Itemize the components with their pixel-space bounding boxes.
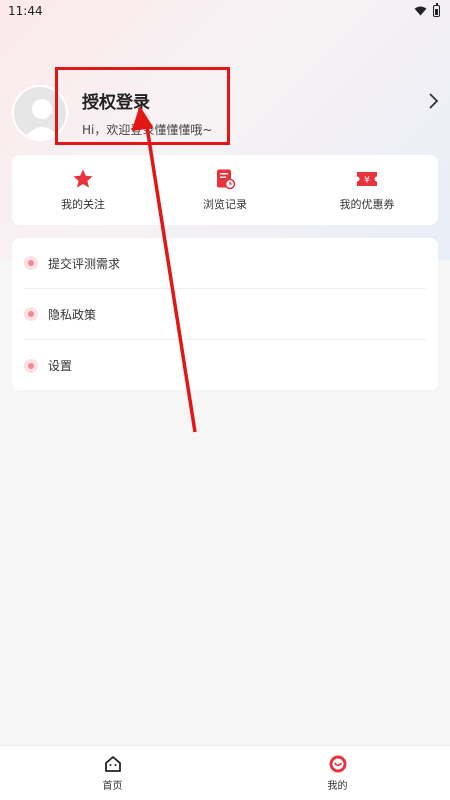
menu-item-settings[interactable]: 设置 (24, 340, 426, 391)
menu-card: 提交评测需求 隐私政策 设置 (12, 238, 438, 390)
tab-profile[interactable]: 我的 (225, 746, 450, 800)
menu-item-label: 提交评测需求 (48, 256, 121, 271)
settings-icon (24, 358, 38, 373)
svg-text:¥: ¥ (364, 176, 370, 186)
menu-item-privacy-policy[interactable]: 隐私政策 (24, 289, 426, 340)
battery-icon (433, 2, 440, 17)
quick-action-follows[interactable]: 我的关注 (12, 155, 154, 225)
default-avatar-icon (23, 99, 61, 139)
profile-text[interactable]: 授权登录 Hi，欢迎登录懂懂懂哦~ (82, 88, 212, 138)
profile-icon (329, 755, 346, 773)
menu-item-label: 隐私政策 (48, 307, 97, 322)
quick-action-coupons[interactable]: ¥ 我的优惠券 (296, 155, 438, 225)
quick-actions-card: 我的关注 浏览记录 ¥ 我的优惠券 (12, 155, 438, 225)
tab-label: 我的 (327, 781, 348, 792)
status-icons (414, 2, 440, 17)
tab-home[interactable]: 首页 (0, 746, 225, 800)
coupon-icon: ¥ (357, 172, 377, 186)
profile-header[interactable]: 授权登录 Hi，欢迎登录懂懂懂哦~ (12, 80, 442, 146)
chevron-right-icon[interactable] (426, 92, 440, 110)
quick-action-history[interactable]: 浏览记录 (154, 155, 296, 225)
history-icon (217, 169, 236, 190)
menu-item-label: 设置 (48, 359, 73, 373)
submit-icon (24, 256, 38, 270)
menu-item-submit-request[interactable]: 提交评测需求 (24, 238, 426, 289)
avatar[interactable] (12, 85, 68, 141)
quick-action-label: 浏览记录 (203, 198, 247, 211)
login-subtitle: Hi，欢迎登录懂懂懂哦~ (82, 123, 213, 137)
tab-label: 首页 (102, 781, 123, 792)
home-icon (104, 756, 121, 772)
star-icon (73, 169, 93, 188)
lock-icon (24, 307, 38, 321)
login-title[interactable]: 授权登录 (82, 88, 212, 113)
bottom-tab-bar: 首页 我的 (0, 745, 450, 800)
quick-action-label: 我的优惠券 (339, 198, 395, 211)
quick-action-label: 我的关注 (61, 198, 105, 211)
status-time: 11:44 (8, 4, 43, 18)
status-bar: 11:44 (0, 0, 450, 22)
wifi-icon (414, 6, 427, 16)
